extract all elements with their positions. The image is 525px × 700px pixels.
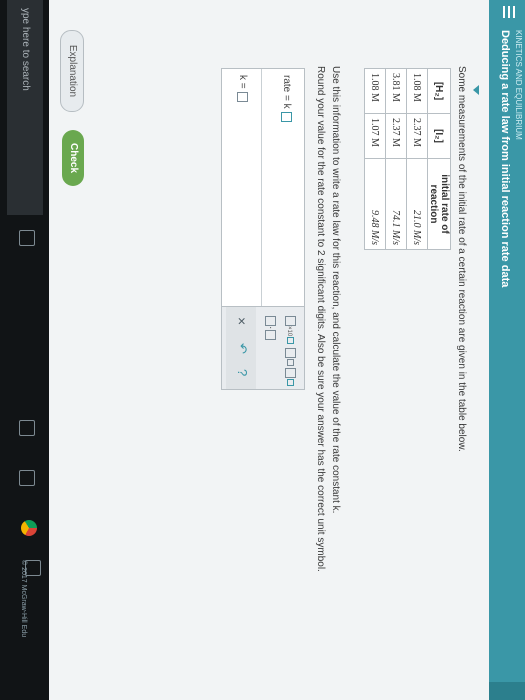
table-row: 1.08 M 1.07 M 9.48 M/s xyxy=(364,68,386,250)
table-header-row: [H₂] [I₂] initial rate of reaction xyxy=(427,68,451,250)
rounding-text: Round your value for the rate constant t… xyxy=(315,66,326,572)
header-i2: [I₂] xyxy=(427,113,451,159)
rate-label: rate = k xyxy=(280,75,292,109)
rate-law-row: rate = k xyxy=(280,75,292,123)
superscript-button[interactable] xyxy=(285,367,296,386)
screen: KINETICS AND EQUILIBRIUM Deducing a rate… xyxy=(0,0,525,700)
k-row: k = xyxy=(236,75,248,103)
chrome-icon[interactable] xyxy=(21,520,37,536)
times-ten-button[interactable]: ×10 xyxy=(285,315,296,345)
header-h2: [H₂] xyxy=(427,68,451,114)
word-icon[interactable] xyxy=(25,560,41,576)
header-right-edge xyxy=(489,682,525,700)
cell: 1.08 M xyxy=(406,68,428,114)
page-title: Deducing a rate law from initial reactio… xyxy=(499,30,511,288)
undo-icon[interactable]: ↶ xyxy=(234,343,250,354)
topic-label: KINETICS AND EQUILIBRIUM xyxy=(514,30,523,140)
header-bar: KINETICS AND EQUILIBRIUM Deducing a rate… xyxy=(488,0,525,700)
intro-text: Some measurements of the initial rate of… xyxy=(456,66,467,452)
rate-law-input[interactable] xyxy=(281,112,292,123)
copyright-text: © 2017 McGraw-Hill Edu xyxy=(20,560,27,638)
problem-card: Some measurements of the initial rate of… xyxy=(49,0,489,700)
palette-tools: × ↶ ? xyxy=(226,307,256,389)
math-palette: ×10 · × ↶ ? xyxy=(221,306,305,390)
clear-icon[interactable]: × xyxy=(234,317,250,325)
table-row: 1.08 M 2.37 M 21.0 M/s xyxy=(406,68,428,250)
instruction-text: Use this information to write a rate law… xyxy=(330,66,341,514)
k-label: k = xyxy=(236,75,248,89)
header-rate: initial rate of reaction xyxy=(427,158,451,250)
taskbar-search[interactable]: ype here to search xyxy=(7,0,43,215)
file-explorer-icon[interactable] xyxy=(19,420,35,436)
menu-icon[interactable] xyxy=(503,6,515,18)
cell: 2.37 M xyxy=(406,113,428,159)
search-placeholder: ype here to search xyxy=(20,8,31,91)
multiply-dot-button[interactable]: · xyxy=(265,315,276,341)
k-input[interactable] xyxy=(237,92,248,103)
subscript-button[interactable] xyxy=(285,347,296,366)
cell: 3.81 M xyxy=(385,68,407,114)
check-button[interactable]: Check xyxy=(62,130,84,186)
chevron-down-icon[interactable] xyxy=(473,85,479,95)
data-table: [H₂] [I₂] initial rate of reaction 1.08 … xyxy=(364,68,451,250)
cell: 9.48 M/s xyxy=(364,158,386,250)
answer-divider xyxy=(261,69,262,307)
store-icon[interactable] xyxy=(19,470,35,486)
cell: 2.37 M xyxy=(385,113,407,159)
help-icon[interactable]: ? xyxy=(235,369,250,376)
cell: 1.07 M xyxy=(364,113,386,159)
cell: 21.0 M/s xyxy=(406,158,428,250)
cell: 1.08 M xyxy=(364,68,386,114)
table-row: 3.81 M 2.37 M 74.1 M/s xyxy=(385,68,407,250)
answer-box: rate = k k = xyxy=(221,68,305,308)
task-view-icon[interactable] xyxy=(19,230,35,246)
taskbar: ype here to search © 2017 McGraw-Hill Ed… xyxy=(0,0,49,700)
explanation-button[interactable]: Explanation xyxy=(60,30,84,112)
cell: 74.1 M/s xyxy=(385,158,407,250)
